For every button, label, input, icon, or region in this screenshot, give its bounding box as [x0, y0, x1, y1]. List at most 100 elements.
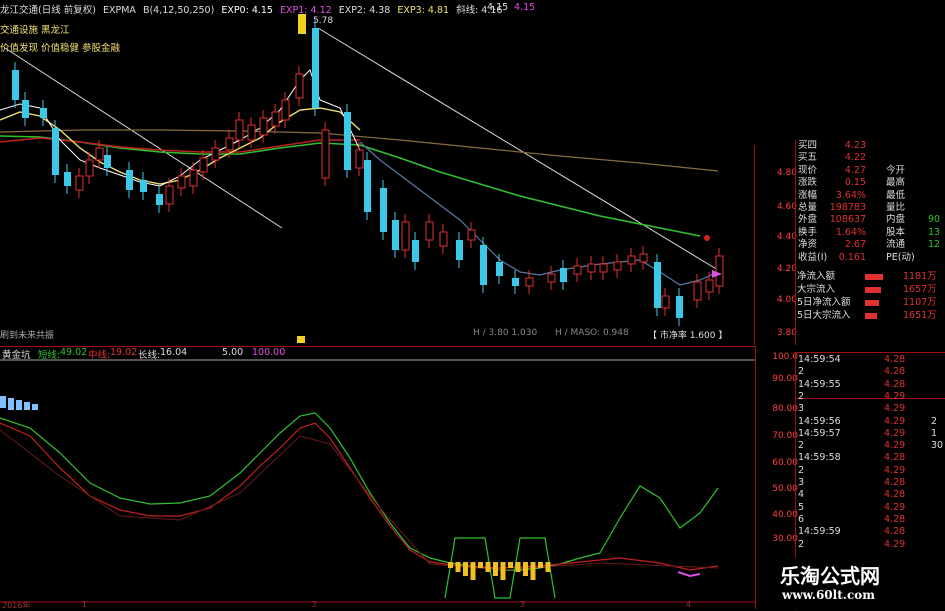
signal-bar: [508, 562, 513, 568]
candle-body: [140, 180, 147, 192]
candle-body: [104, 155, 111, 168]
quote-row: 外盘 108637 内盘 90: [796, 214, 945, 226]
x-label-year: 2016年: [2, 601, 31, 610]
candle-body: [40, 108, 47, 118]
quote-label-2: 内盘: [886, 214, 906, 226]
x-label-4: 4: [686, 600, 692, 609]
short-line-value: 49.02: [60, 347, 88, 358]
param-100: 100.00: [252, 347, 286, 358]
tick-time: 3: [798, 477, 805, 488]
signal-bar: [448, 562, 453, 568]
candle-body: [52, 128, 59, 175]
quote-label: 现价: [798, 164, 818, 176]
tick-price: 4.28: [884, 526, 906, 538]
tick-price: 4.28: [884, 489, 906, 501]
ma-end-marker: [704, 235, 710, 241]
golden-pit-chart[interactable]: [0, 358, 755, 609]
quote-label: 涨幅: [798, 189, 818, 201]
quote-value: 3.64%: [835, 189, 866, 201]
tick-row: 14:59:58 4.28: [796, 452, 945, 464]
quote-value: 0.161: [838, 251, 866, 263]
main-chart-panel[interactable]: 龙江交通(日线 前复权) EXPMA B(4,12,50,250) EXP0: …: [0, 0, 755, 345]
quote-label-2: 量比: [886, 202, 906, 213]
tick-price: 4.29: [884, 501, 906, 513]
candle-body: [599, 263, 608, 273]
candle-body: [247, 124, 256, 141]
candle-body: [412, 240, 419, 262]
candle-body: [271, 111, 280, 127]
candle-body: [12, 70, 19, 100]
tick-time: 4: [798, 489, 805, 501]
quote-row: 涨幅 3.64% 最低: [796, 190, 945, 202]
axis-label: 4.40: [776, 232, 797, 242]
long-line: [0, 429, 719, 571]
quote-label: 总量: [798, 202, 818, 213]
quote-value: 2.67: [844, 239, 866, 251]
trendline-2: [317, 27, 719, 271]
quote-value-2: 12: [928, 239, 941, 251]
quote-value-2: 13: [928, 226, 941, 238]
tick-row: 3 4.29: [796, 403, 945, 415]
quote-row: 净资 2.67 流通 12: [796, 239, 945, 251]
tick-row: 2 4.29 30: [796, 440, 945, 452]
tick-row: 2 4.29: [796, 465, 945, 477]
blue-bar: [32, 404, 38, 410]
tick-price: 4.28: [884, 366, 906, 378]
signal-bar: [478, 562, 483, 568]
candle-body: [165, 185, 174, 205]
blue-bar: [0, 396, 6, 408]
tick-price: 4.28: [884, 452, 906, 464]
quote-value: 0.15: [844, 177, 866, 189]
quote-value: 108637: [829, 214, 866, 226]
x-label-2: 2: [312, 600, 318, 609]
tick-volume: 1: [931, 427, 938, 439]
short-line: [0, 412, 719, 571]
axis-label: 30.00: [772, 534, 798, 544]
axis-label: 4.20: [776, 264, 797, 274]
tick-row: 14:59:54 4.28: [796, 354, 945, 366]
mid-line: [0, 422, 719, 571]
mid-line-value: 19.02: [110, 347, 138, 358]
tick-price: 4.29: [884, 403, 906, 415]
flow-label: 大宗流入: [797, 284, 836, 295]
candle-body: [189, 169, 198, 187]
candlestick-chart[interactable]: [0, 0, 755, 345]
axis-label: 80.00: [772, 404, 798, 414]
tick-price: 4.28: [884, 513, 906, 525]
candle-body: [661, 295, 670, 309]
tick-time: 14:59:58: [798, 452, 841, 464]
capital-flow-panel: 净流入额 1181万 大宗流入 1657万 5日净流入额 1107万 5日大宗流入 1…: [795, 271, 945, 326]
candle-body: [64, 172, 71, 186]
tick-time: 14:59:57: [798, 427, 841, 439]
candle-body: [312, 28, 319, 108]
candle-body: [259, 117, 268, 136]
tick-row: 14:59:57 4.29 1: [796, 428, 945, 440]
candle-body: [75, 175, 84, 191]
signal-bar: [485, 562, 491, 572]
quote-value: 4.22: [844, 152, 866, 164]
axis-label: 60.00: [772, 458, 798, 468]
flow-row: 净流入额 1181万: [795, 271, 945, 283]
quote-label: 收益(I): [798, 251, 828, 263]
tick-time: 14:59:55: [798, 378, 841, 390]
candle-body: [467, 229, 476, 241]
tick-row: 4 4.28: [796, 489, 945, 501]
main-price-axis: 4.80 4.60 4.40 4.20 4.00 3.80: [755, 140, 797, 345]
tick-price: 4.28: [884, 477, 906, 488]
candle-body: [321, 129, 330, 179]
quote-value: 4.27: [844, 164, 866, 176]
candle-body: [177, 175, 186, 189]
tick-price: 4.29: [884, 538, 906, 550]
signal-bar: [545, 562, 551, 572]
axis-label: 40.00: [772, 510, 798, 520]
tick-time: 14:59:56: [798, 415, 841, 427]
flow-bar: [865, 313, 877, 319]
candle-body: [225, 137, 234, 151]
tick-time: 2: [798, 366, 805, 378]
bottom-scale: [297, 336, 305, 343]
candle-body: [85, 159, 94, 177]
candle-body: [480, 245, 487, 285]
flow-bar: [865, 274, 883, 280]
candle-body: [676, 296, 683, 318]
signal-bar: [493, 562, 498, 576]
